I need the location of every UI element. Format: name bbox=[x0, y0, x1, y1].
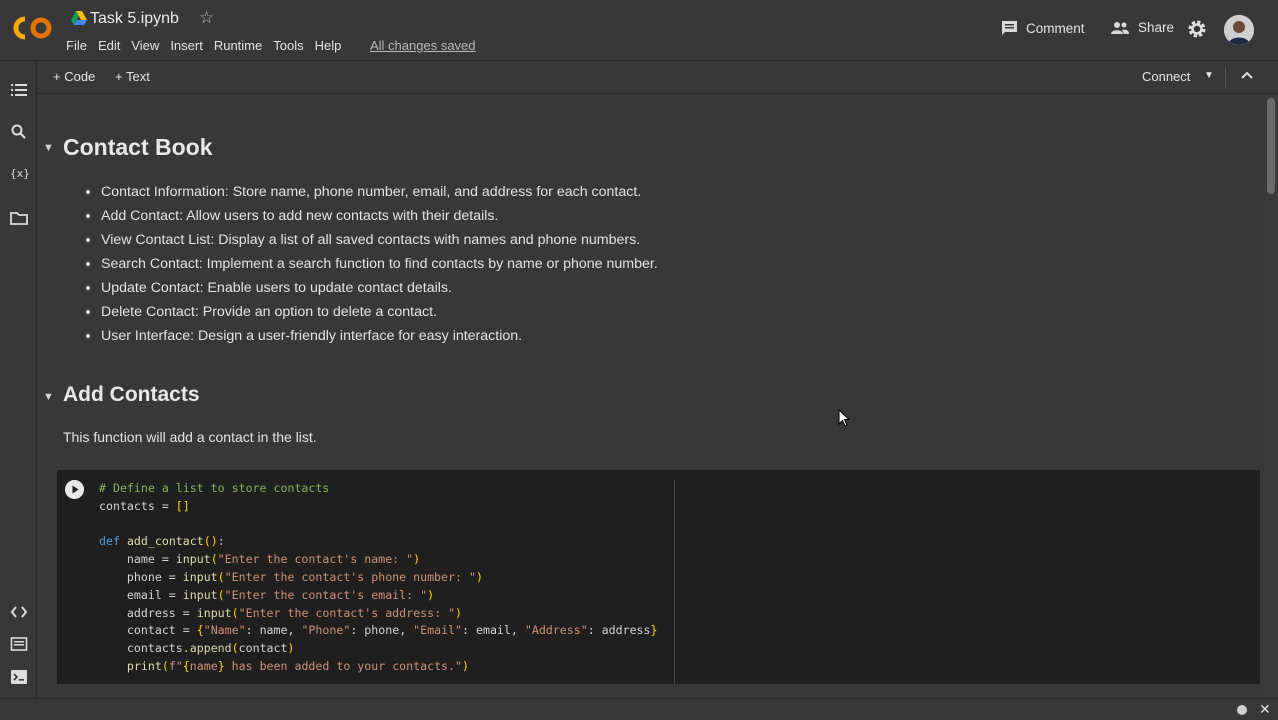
section-title-add-contacts: Add Contacts bbox=[63, 383, 200, 406]
list-item: View Contact List: Display a list of all… bbox=[101, 228, 658, 252]
notebook-content: ▼ Contact Book Contact Information: Stor… bbox=[37, 94, 1265, 698]
people-icon bbox=[1111, 21, 1129, 34]
search-icon[interactable] bbox=[10, 123, 28, 141]
comment-label: Comment bbox=[1026, 20, 1085, 36]
add-code-button[interactable]: + Code bbox=[53, 69, 95, 84]
code-ruler bbox=[674, 480, 675, 684]
connect-dropdown-icon[interactable]: ▼ bbox=[1204, 70, 1214, 81]
list-item: Add Contact: Allow users to add new cont… bbox=[101, 204, 658, 228]
save-status[interactable]: All changes saved bbox=[370, 38, 476, 53]
status-indicator-icon[interactable] bbox=[1237, 705, 1247, 715]
comment-button[interactable]: Comment bbox=[1001, 20, 1085, 36]
menu-view[interactable]: View bbox=[131, 38, 159, 53]
list-item: Delete Contact: Provide an option to del… bbox=[101, 300, 658, 324]
list-item: Update Contact: Enable users to update c… bbox=[101, 276, 658, 300]
close-icon[interactable]: ✕ bbox=[1259, 701, 1271, 718]
code-snippets-icon[interactable] bbox=[10, 603, 28, 621]
command-palette-icon[interactable] bbox=[10, 635, 28, 653]
google-drive-icon bbox=[71, 11, 87, 25]
scrollbar-thumb[interactable] bbox=[1267, 98, 1275, 194]
add-text-button[interactable]: + Text bbox=[115, 69, 150, 84]
code-editor[interactable]: # Define a list to store contacts contac… bbox=[99, 480, 658, 676]
menu-insert[interactable]: Insert bbox=[170, 38, 203, 53]
share-button[interactable]: Share bbox=[1110, 20, 1174, 35]
section-title-contact-book: Contact Book bbox=[63, 134, 213, 160]
list-item: Search Contact: Implement a search funct… bbox=[101, 252, 658, 276]
header: Task 5.ipynb ☆ File Edit View Insert Run… bbox=[0, 0, 1278, 61]
chevron-up-icon[interactable] bbox=[1240, 68, 1254, 82]
notebook-toolbar: + Code + Text Connect ▼ bbox=[37, 61, 1278, 94]
mouse-cursor-icon bbox=[838, 409, 850, 427]
settings-gear-icon[interactable] bbox=[1188, 20, 1206, 38]
menu-bar: File Edit View Insert Runtime Tools Help bbox=[66, 38, 352, 53]
vertical-scrollbar[interactable] bbox=[1265, 94, 1278, 698]
toolbar-divider bbox=[1225, 67, 1226, 88]
collapse-section-icon[interactable]: ▼ bbox=[43, 142, 54, 154]
menu-help[interactable]: Help bbox=[315, 38, 342, 53]
run-cell-play-icon[interactable] bbox=[65, 480, 84, 499]
share-label: Share bbox=[1138, 20, 1175, 35]
table-of-contents-icon[interactable] bbox=[10, 81, 28, 99]
menu-runtime[interactable]: Runtime bbox=[214, 38, 262, 53]
comment-icon bbox=[1002, 21, 1017, 35]
terminal-icon[interactable] bbox=[10, 668, 28, 686]
connect-button[interactable]: Connect bbox=[1142, 69, 1190, 84]
colab-logo-icon[interactable] bbox=[13, 15, 53, 41]
user-avatar[interactable] bbox=[1224, 15, 1254, 45]
star-icon[interactable]: ☆ bbox=[199, 8, 214, 28]
list-item: User Interface: Design a user-friendly i… bbox=[101, 324, 658, 348]
collapse-section-icon[interactable]: ▼ bbox=[43, 391, 54, 403]
variables-icon[interactable]: {x} bbox=[10, 167, 30, 185]
menu-tools[interactable]: Tools bbox=[273, 38, 303, 53]
status-bar: ✕ bbox=[0, 698, 1278, 720]
menu-file[interactable]: File bbox=[66, 38, 87, 53]
section-description: This function will add a contact in the … bbox=[63, 429, 317, 445]
menu-edit[interactable]: Edit bbox=[98, 38, 120, 53]
feature-list: Contact Information: Store name, phone n… bbox=[89, 180, 658, 348]
files-folder-icon[interactable] bbox=[10, 209, 28, 227]
list-item: Contact Information: Store name, phone n… bbox=[101, 180, 658, 204]
code-cell[interactable]: # Define a list to store contacts contac… bbox=[57, 470, 1260, 684]
notebook-title[interactable]: Task 5.ipynb bbox=[90, 10, 179, 28]
left-sidebar: {x} bbox=[0, 61, 37, 698]
